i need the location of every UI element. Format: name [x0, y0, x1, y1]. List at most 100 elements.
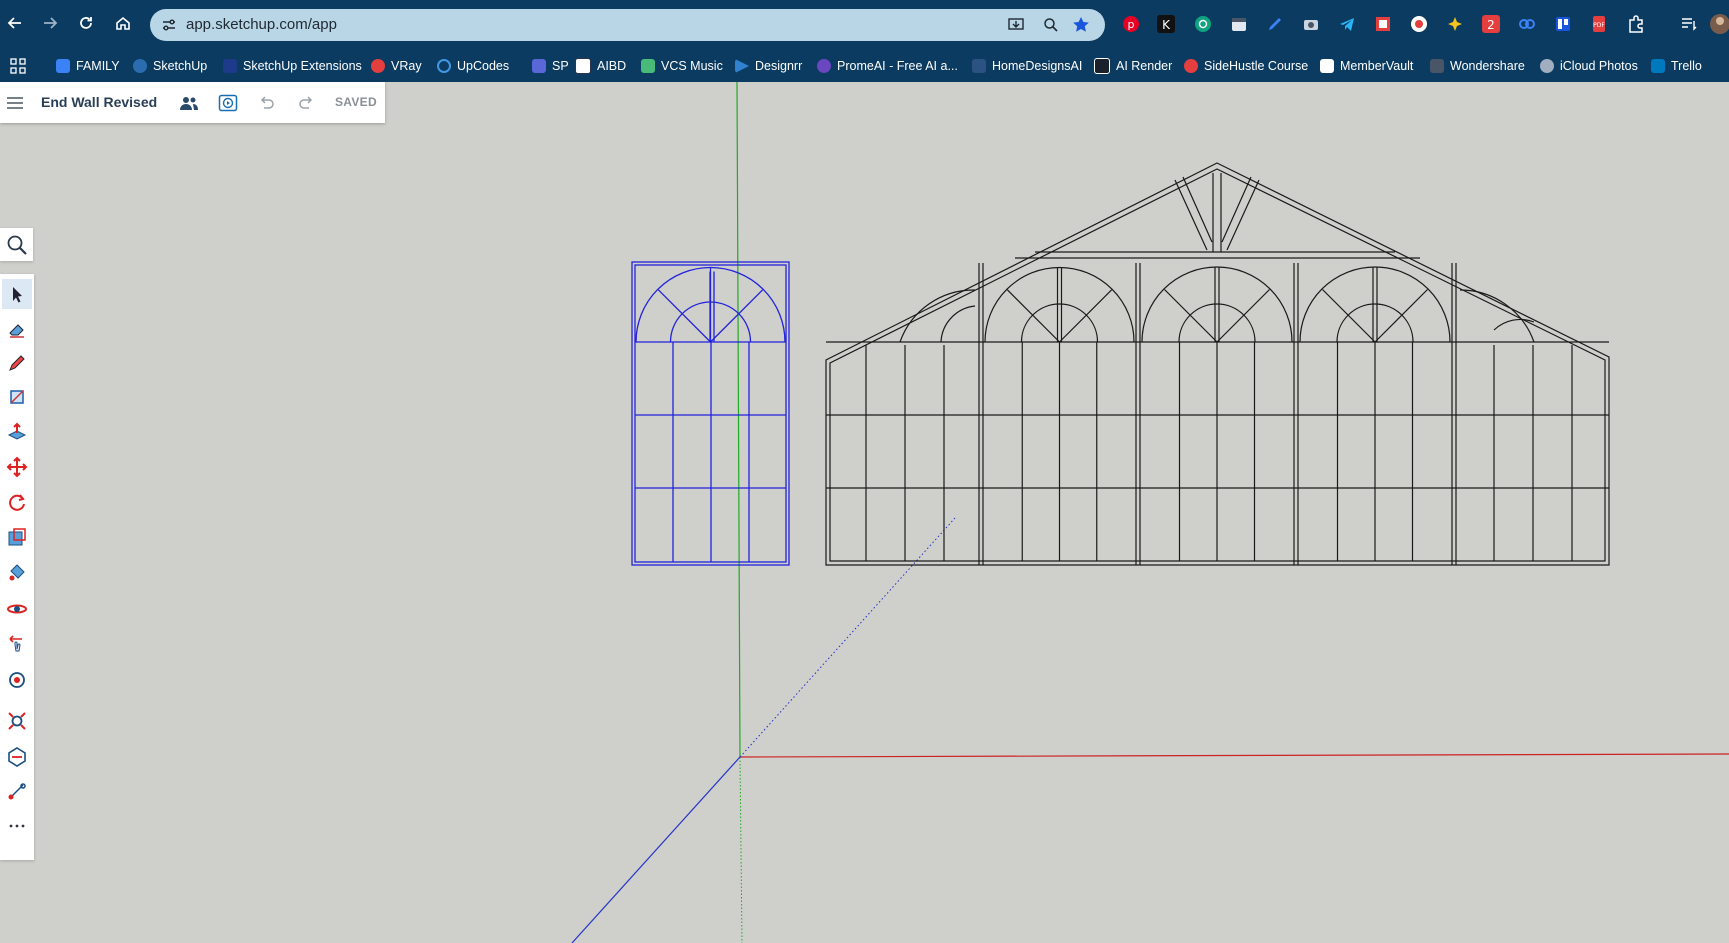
rectangle-icon: [10, 390, 24, 404]
reload-button[interactable]: [71, 8, 101, 38]
move-tool[interactable]: [2, 452, 32, 482]
collaborators-icon[interactable]: [178, 92, 200, 114]
link-ext-icon[interactable]: [1517, 14, 1537, 34]
two-ext-icon[interactable]: 2: [1481, 14, 1501, 34]
paint-bucket-tool[interactable]: [2, 557, 32, 587]
model-viewport[interactable]: [0, 82, 1729, 943]
site-settings-icon: [163, 19, 175, 31]
tape-measure-tool[interactable]: [2, 777, 32, 807]
bookmark-promeai[interactable]: PromeAI - Free AI a...: [817, 57, 958, 75]
eraser-icon: [9, 324, 24, 338]
bookmark-family[interactable]: FAMILY: [56, 57, 120, 75]
calendar-ext-icon[interactable]: [1229, 14, 1249, 34]
document-title[interactable]: End Wall Revised: [41, 94, 157, 110]
rectangle-tool[interactable]: [2, 382, 32, 412]
bookmark-ai-render[interactable]: AI Render: [1094, 57, 1172, 75]
blue-axis-negative: [739, 517, 956, 758]
pencil-line-tool[interactable]: [2, 347, 32, 377]
extensions-puzzle-icon[interactable]: [1626, 14, 1646, 34]
scale-tool[interactable]: [2, 522, 32, 552]
ai-render-logo-icon: [1094, 58, 1110, 74]
bookmark-icloud-photos[interactable]: iCloud Photos: [1540, 57, 1638, 75]
spark-ext-icon[interactable]: [1445, 14, 1465, 34]
screenshot-ext-icon[interactable]: [1373, 14, 1393, 34]
green-axis: [736, 82, 741, 758]
search-tools-button[interactable]: [0, 228, 33, 261]
arch-spoke: [1374, 289, 1428, 343]
bookmark-sketchup-extensions[interactable]: SketchUp Extensions: [223, 57, 362, 75]
chatgpt-ext-icon[interactable]: [1193, 14, 1213, 34]
bookmarks-bar: FAMILY SketchUp SketchUp Extensions VRay…: [0, 50, 1729, 82]
undo-icon: [260, 96, 274, 109]
bookmark-sp[interactable]: SP: [532, 57, 569, 75]
pan-tool[interactable]: [2, 629, 32, 659]
forward-button[interactable]: [35, 8, 65, 38]
back-arrow-icon: [7, 17, 21, 29]
more-tools-tool[interactable]: [2, 811, 32, 841]
apple-logo-icon: [1540, 59, 1554, 73]
push-pull-tool[interactable]: [2, 417, 32, 447]
orbit-icon: [7, 604, 27, 614]
globe-ext-icon[interactable]: [1409, 14, 1429, 34]
camera-ext-icon[interactable]: [1301, 14, 1321, 34]
present-icon[interactable]: [217, 92, 239, 114]
svg-text:K: K: [1162, 18, 1171, 32]
pdf-ext-icon[interactable]: PDF: [1589, 14, 1609, 34]
bookmark-homedesignsai[interactable]: HomeDesignsAI: [972, 57, 1082, 75]
bookmark-upcodes[interactable]: UpCodes: [437, 57, 509, 75]
truss-web: [1174, 179, 1208, 251]
sketchup-logo-icon: [133, 59, 147, 73]
trello-logo-icon: [1651, 59, 1665, 73]
vray-logo-icon: [371, 59, 385, 73]
address-bar[interactable]: app.sketchup.com/app: [150, 9, 1105, 41]
profile-avatar[interactable]: [1708, 14, 1729, 34]
arch-spoke: [1216, 289, 1270, 343]
pinterest-ext-icon[interactable]: p: [1121, 14, 1141, 34]
zoom-extents-icon: [8, 712, 26, 730]
blue-axis: [571, 756, 741, 943]
zoom-extents-tool[interactable]: [2, 706, 32, 736]
rotate-icon: [9, 494, 25, 511]
install-app-icon[interactable]: [1008, 17, 1024, 33]
end-wall-model[interactable]: [825, 162, 1610, 566]
home-icon: [116, 16, 130, 30]
bookmark-membervault[interactable]: MemberVault: [1320, 57, 1413, 75]
pen-ext-icon[interactable]: [1265, 14, 1285, 34]
eraser-tool[interactable]: [2, 314, 32, 344]
select-arrow-tool[interactable]: [2, 279, 32, 309]
home-button[interactable]: [108, 8, 138, 38]
zoom-page-icon[interactable]: [1043, 17, 1059, 33]
bookmark-trello[interactable]: Trello: [1651, 57, 1702, 75]
reload-icon: [80, 17, 92, 29]
tool-palette: [0, 274, 34, 860]
k-ext-icon[interactable]: K: [1156, 14, 1176, 34]
aibd-logo-icon: [575, 58, 591, 74]
bookmark-vray[interactable]: VRay: [371, 57, 422, 75]
back-button[interactable]: [0, 8, 30, 38]
reading-list-icon[interactable]: [1679, 14, 1699, 34]
bookmark-sketchup[interactable]: SketchUp: [133, 57, 207, 75]
rotate-tool[interactable]: [2, 487, 32, 517]
bookmark-aibd[interactable]: AIBD: [575, 57, 626, 75]
orbit-tool[interactable]: [2, 594, 32, 624]
redo-icon: [299, 96, 313, 109]
selected-window-component[interactable]: [631, 261, 790, 566]
telegram-ext-icon[interactable]: [1337, 14, 1357, 34]
hamburger-menu-icon[interactable]: [4, 92, 26, 114]
bookmark-sidehustle-course[interactable]: SideHustle Course: [1184, 57, 1308, 75]
board-ext-icon[interactable]: [1553, 14, 1573, 34]
bookmark-star-icon[interactable]: [1072, 16, 1090, 34]
look-around-tool[interactable]: [2, 665, 32, 695]
membervault-logo-icon: [1320, 59, 1334, 73]
redo-button[interactable]: [295, 92, 317, 114]
bookmark-designrr[interactable]: Designrr: [735, 57, 802, 75]
bookmark-wondershare[interactable]: Wondershare: [1430, 57, 1525, 75]
section-plane-tool[interactable]: [2, 742, 32, 772]
window-arch-spoke: [657, 289, 711, 343]
bay-inner-arch: [1020, 303, 1099, 343]
apps-grid-icon[interactable]: [10, 57, 26, 75]
window-arch-spoke: [710, 289, 764, 343]
bookmark-vcs-music[interactable]: VCS Music: [641, 57, 723, 75]
end-bay-arch: [1459, 289, 1535, 343]
undo-button[interactable]: [256, 92, 278, 114]
